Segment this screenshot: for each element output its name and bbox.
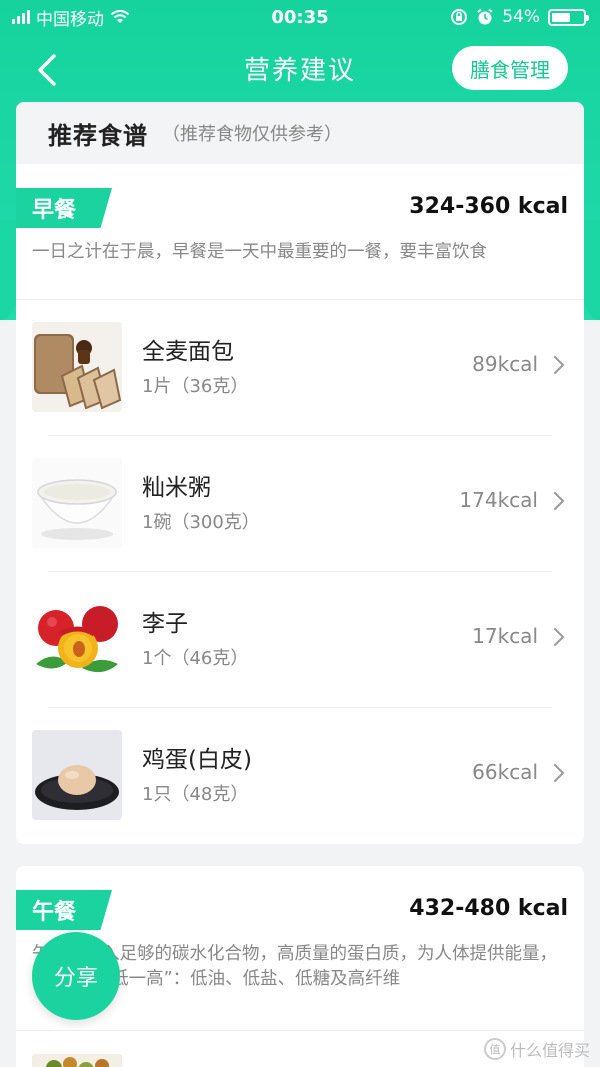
recommended-recipe-card: 推荐食谱 （推荐食物仅供参考） 早餐 324-360 kcal 一日之计在于晨，… [16,102,584,844]
food-row-bread[interactable]: 全麦面包 1片（36克） 89kcal [16,300,584,436]
chevron-right-icon [554,492,565,510]
food-quantity: 1只（48克） [142,784,249,805]
chevron-right-icon [554,628,565,646]
food-row-egg[interactable]: 鸡蛋(白皮) 1只（48克） 66kcal [16,708,584,844]
recommend-subtitle: （推荐食物仅供参考） [162,124,342,145]
food-kcal: 89kcal [472,352,538,376]
food-kcal: 66kcal [472,760,538,784]
food-kcal: 174kcal [459,488,538,512]
lunch-tag: 午餐 [16,890,112,930]
bread-image [32,322,122,412]
diet-management-button[interactable]: 膳食管理 [452,46,568,90]
food-row-porridge[interactable]: 籼米粥 1碗（300克） 174kcal [16,436,584,572]
share-button[interactable]: 分享 [32,932,120,1020]
divider [16,1030,584,1031]
wifi-icon [110,10,130,23]
rotation-lock-icon [451,9,468,25]
breakfast-description: 一日之计在于晨，早餐是一天中最重要的一餐，要丰富饮食 [32,242,487,262]
food-name: 鸡蛋(白皮) [142,747,252,773]
plum-image [32,594,122,684]
food-quantity: 1个（46克） [142,648,249,669]
egg-image [32,730,122,820]
breakfast-tag: 早餐 [16,188,112,228]
navigation-bar: 营养建议 膳食管理 [0,40,600,96]
food-name: 李子 [142,611,188,637]
food-kcal: 17kcal [472,624,538,648]
food-name: 全麦面包 [142,339,234,365]
chevron-right-icon [554,356,565,374]
porridge-image [32,458,122,548]
lunch-food-image[interactable] [32,1054,122,1067]
food-row-plum[interactable]: 李子 1个（46克） 17kcal [16,572,584,708]
chevron-right-icon [554,764,565,782]
food-quantity: 1碗（300克） [142,512,260,533]
watermark-text: 什么值得买 [509,1041,590,1060]
back-arrow-icon[interactable] [30,50,70,90]
breakfast-header: 早餐 324-360 kcal 一日之计在于晨，早餐是一天中最重要的一餐，要丰富… [16,164,584,300]
battery-percent: 54% [502,7,540,27]
status-bar: 中国移动 00:35 54% [0,0,600,34]
recommend-header: 推荐食谱 （推荐食物仅供参考） [16,102,584,164]
lunch-kcal: 432-480 kcal [409,896,568,921]
recommend-title: 推荐食谱 [48,121,148,150]
food-name: 籼米粥 [142,475,211,501]
watermark-logo-icon: 值 [483,1038,506,1060]
food-quantity: 1片（36克） [142,376,249,397]
battery-icon [548,8,589,26]
alarm-icon [477,8,493,25]
breakfast-kcal: 324-360 kcal [409,194,568,219]
signal-icon [12,10,30,24]
watermark: 值 什么值得买 [483,1037,590,1061]
carrier-label: 中国移动 [36,9,104,30]
